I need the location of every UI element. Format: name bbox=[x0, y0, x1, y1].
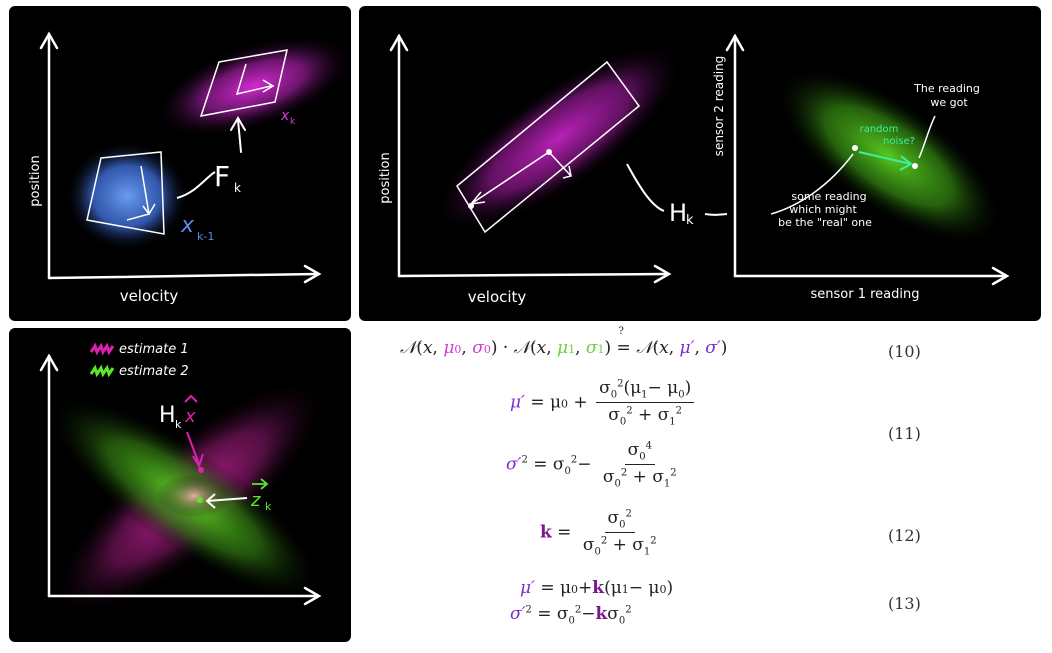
legend: estimate 1 estimate 2 bbox=[89, 342, 189, 379]
annotation-noise-1: random bbox=[860, 124, 899, 135]
mapping-curve-left bbox=[626, 163, 665, 212]
annotation-real-2: which might bbox=[789, 203, 857, 216]
state-blob bbox=[153, 34, 351, 138]
prev-state-blob bbox=[65, 141, 189, 251]
annotation-noise-2: noise? bbox=[883, 136, 915, 147]
estimate1-point bbox=[198, 467, 204, 473]
equation-11b: σ′2 = σ02− σ04 σ02 + σ12 bbox=[506, 440, 677, 490]
eq13-number: (13) bbox=[888, 594, 921, 613]
annotation-reading-got-2: we got bbox=[930, 96, 968, 109]
legend-label-1: estimate 1 bbox=[119, 342, 189, 357]
overlap-blob bbox=[156, 474, 232, 518]
label-xhat: x bbox=[184, 406, 196, 427]
label-h-sub: k bbox=[175, 418, 182, 431]
annotation-real-3: be the "real" one bbox=[778, 216, 872, 229]
panel-estimate-fusion: estimate 1 estimate 2 H k x z k bbox=[9, 328, 351, 642]
label-prev-state-sub: k-1 bbox=[197, 230, 214, 243]
label-transition-sub: k bbox=[234, 181, 241, 195]
equation-13b: σ′2 = σ02−kσ02 bbox=[510, 604, 632, 627]
label-state: x bbox=[280, 108, 290, 124]
fusion-diagram: estimate 1 estimate 2 H k x z k bbox=[39, 342, 328, 619]
transform-label: H bbox=[669, 199, 687, 227]
real-reading-point bbox=[852, 145, 858, 151]
equations-area: 𝒩(x, μ0, σ0) · 𝒩(x, μ1, σ1) =? 𝒩(x, μ′, … bbox=[360, 326, 1052, 653]
label-transition: F bbox=[214, 160, 230, 193]
annotation-reading-got-1: The reading bbox=[913, 82, 980, 95]
panel-measurement-mapping: H k position velocity sensor 2 reading s… bbox=[359, 6, 1041, 321]
estimate2-point bbox=[197, 497, 203, 503]
label-z: z bbox=[250, 490, 261, 511]
transform-sub: k bbox=[686, 213, 694, 228]
hat-mark bbox=[184, 394, 198, 403]
panel-state-prediction: position velocity F k x k-1 x k bbox=[9, 6, 351, 321]
label-prev-state: x bbox=[180, 213, 195, 238]
label-z-sub: k bbox=[265, 500, 272, 513]
label-h: H bbox=[159, 403, 176, 428]
eq10-number: (10) bbox=[888, 342, 921, 361]
y-axis-label: position bbox=[28, 155, 43, 207]
equation-13a: μ′ = μ0+k(μ1− μ0) bbox=[520, 578, 674, 598]
legend-label-2: estimate 2 bbox=[119, 364, 189, 379]
left-y-axis-label: position bbox=[378, 152, 393, 204]
eq11-number: (11) bbox=[888, 424, 921, 443]
x-axis-label: velocity bbox=[120, 287, 179, 305]
right-x-axis-label: sensor 1 reading bbox=[811, 287, 920, 302]
left-x-axis-label: velocity bbox=[468, 288, 527, 306]
sensor-blob bbox=[774, 66, 1004, 246]
label-state-sub: k bbox=[290, 117, 296, 127]
eq12-number: (12) bbox=[888, 526, 921, 545]
mapping-curve-right bbox=[704, 213, 728, 216]
state-blob bbox=[432, 42, 686, 234]
equation-10: 𝒩(x, μ0, σ0) · 𝒩(x, μ1, σ1) =? 𝒩(x, μ′, … bbox=[400, 326, 728, 358]
reading-got-point bbox=[912, 163, 918, 169]
measurement-diagram: H k position velocity sensor 2 reading s… bbox=[378, 33, 1010, 306]
equation-11a: μ′ = μ0 + σ02(μ1− μ0) σ02 + σ12 bbox=[510, 378, 697, 428]
right-y-axis-label: sensor 2 reading bbox=[712, 56, 726, 157]
annotation-real-1: some reading bbox=[791, 190, 866, 203]
equation-12: k = σ02 σ02 + σ12 bbox=[540, 508, 657, 558]
prediction-diagram: position velocity F k x k-1 x k bbox=[28, 31, 351, 305]
